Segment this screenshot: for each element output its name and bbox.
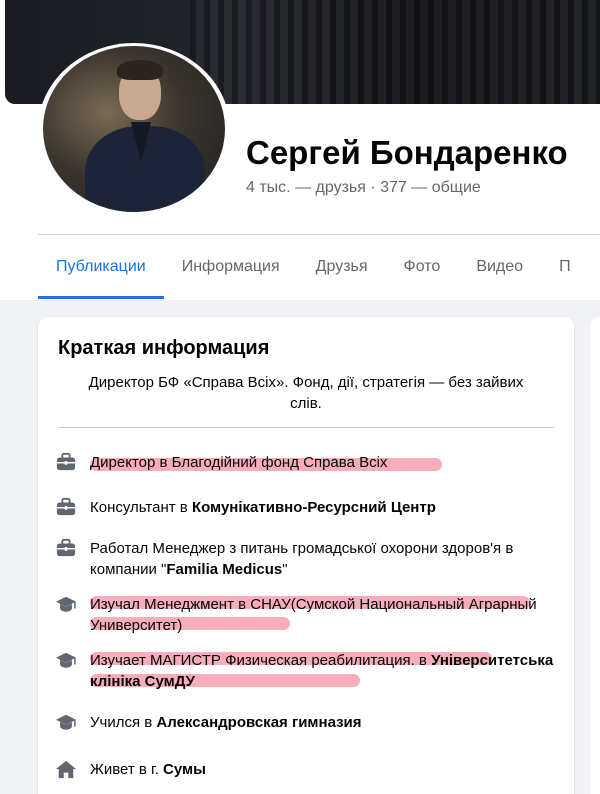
- city-link[interactable]: Сумы: [163, 761, 206, 778]
- mutual-friends-link[interactable]: 377 — общие: [380, 179, 481, 196]
- separator-dot: ·: [370, 179, 376, 196]
- workplace-link[interactable]: Familia Medicus: [166, 561, 282, 578]
- intro-item-text: Работал Менеджер з питань громадської ох…: [90, 540, 514, 578]
- intro-card: Краткая информация Директор БФ «Справа В…: [38, 317, 574, 794]
- intro-item-education[interactable]: Изучает МАГИСТР Физическая реабилитация.…: [54, 650, 554, 692]
- avatar[interactable]: [43, 46, 225, 212]
- intro-divider: [58, 427, 554, 428]
- avatar-hair: [117, 60, 163, 80]
- tab-about[interactable]: Информация: [164, 235, 298, 299]
- home-icon: [54, 758, 78, 780]
- briefcase-icon: [54, 537, 78, 559]
- graduation-cap-icon: [54, 593, 78, 615]
- tab-more[interactable]: П: [541, 235, 589, 299]
- intro-item-location[interactable]: Живет в г. Сумы: [54, 759, 554, 780]
- briefcase-icon: [54, 496, 78, 518]
- intro-bio: Директор БФ «Справа Всіх». Фонд, дії, ст…: [88, 374, 524, 412]
- school-link[interactable]: Александровская гимназия: [156, 714, 361, 731]
- intro-item-text: Учился в Александровская гимназия: [90, 714, 362, 731]
- profile-name: Сергей Бондаренко: [246, 134, 568, 171]
- intro-item-text: Изучает МАГИСТР Физическая реабилитация.…: [90, 652, 554, 690]
- friends-summary: 4 тыс. — друзья · 377 — общие: [246, 179, 481, 197]
- tab-friends[interactable]: Друзья: [298, 235, 386, 299]
- intro-item-education[interactable]: Учился в Александровская гимназия: [54, 712, 554, 733]
- intro-item-education[interactable]: Изучал Менеджмент в СНАУ(Сумской Национа…: [54, 594, 554, 636]
- cover-texture: [190, 0, 600, 104]
- tab-photos[interactable]: Фото: [386, 235, 459, 299]
- tab-posts[interactable]: Публикации: [38, 235, 164, 299]
- briefcase-icon: [54, 451, 78, 473]
- intro-item-work[interactable]: Работал Менеджер з питань громадської ох…: [54, 538, 554, 580]
- graduation-cap-icon: [54, 711, 78, 733]
- side-card: [590, 317, 600, 794]
- friends-count-link[interactable]: 4 тыс. — друзья: [246, 179, 366, 196]
- intro-title: Краткая информация: [58, 337, 270, 359]
- intro-item-text: Живет в г. Сумы: [90, 761, 206, 778]
- intro-item-text: Консультант в Комунікативно-Ресурсний Це…: [90, 499, 436, 516]
- workplace-link[interactable]: Комунікативно-Ресурсний Центр: [192, 499, 436, 516]
- tab-videos[interactable]: Видео: [458, 235, 541, 299]
- intro-item-work[interactable]: Консультант в Комунікативно-Ресурсний Це…: [54, 497, 554, 518]
- graduation-cap-icon: [54, 649, 78, 671]
- intro-item-text: Директор в Благодійний фонд Справа Всіх: [90, 454, 388, 471]
- intro-item-work[interactable]: Директор в Благодійний фонд Справа Всіх: [54, 452, 554, 473]
- profile-tabs: Публикации Информация Друзья Фото Видео …: [38, 235, 600, 299]
- intro-item-text: Изучал Менеджмент в СНАУ(Сумской Национа…: [90, 596, 537, 634]
